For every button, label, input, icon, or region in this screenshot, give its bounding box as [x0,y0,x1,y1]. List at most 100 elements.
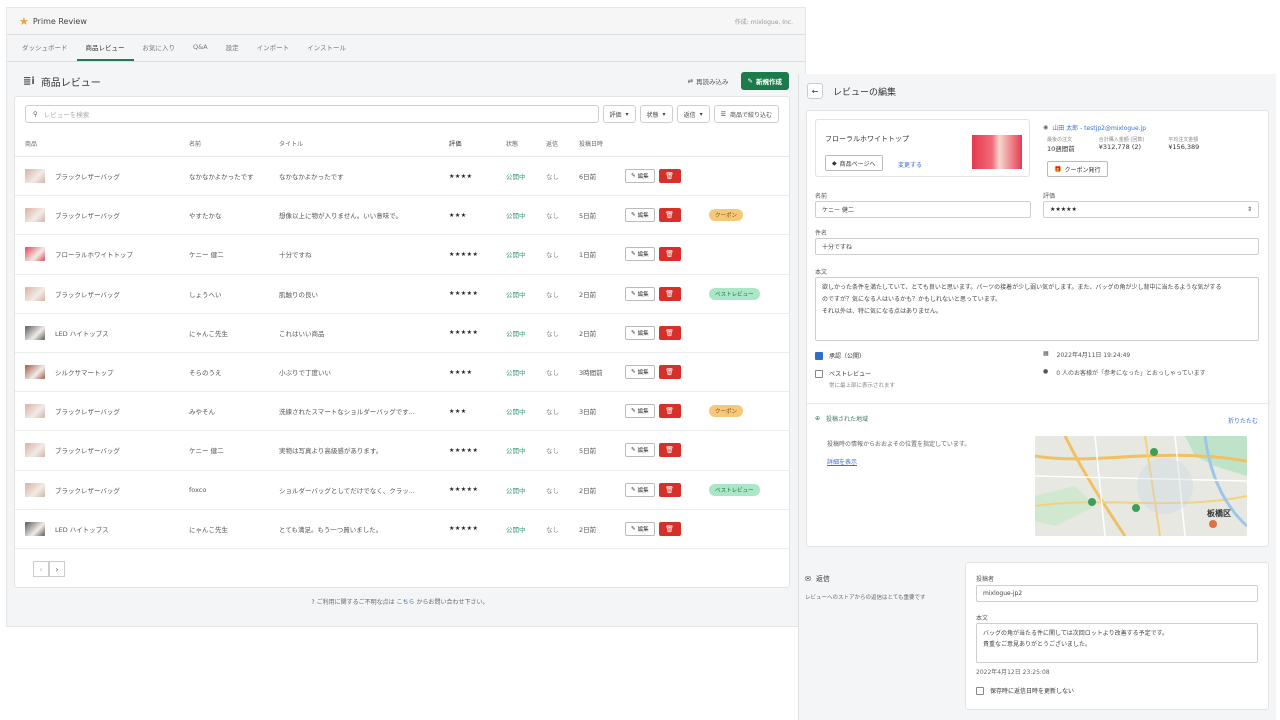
reply-filter[interactable]: 返信 ▾ [676,105,710,123]
subject-input[interactable]: 十分ですね [815,238,1259,255]
show-details-link[interactable]: 詳細を表示 [827,457,857,466]
state-value: 公開中 [506,408,526,417]
delete-button[interactable]: 🗑 [658,482,681,497]
edit-button[interactable]: ✎ 編集 [625,365,655,380]
product-thumbnail [25,247,45,262]
product-cell: シルクサマートップ [15,365,189,380]
pencil-icon: ✎ [631,251,636,258]
delete-button[interactable]: 🗑 [658,443,681,458]
issue-coupon-button[interactable]: 🎁 クーポン発行 [1047,161,1108,177]
edit-button[interactable]: ✎ 編集 [625,482,655,497]
back-button[interactable]: ← [807,83,823,99]
delete-button[interactable]: 🗑 [658,325,681,340]
collapse-link[interactable]: 折りたたむ [1228,416,1258,425]
table-row[interactable]: ブラックレザーバッグ やすたかな 想像以上に物が入りません。いい意味で。 ★★★ 公開中… [15,196,789,236]
row-actions: ✎ 編集 🗑 [625,208,709,223]
tab-product-reviews[interactable]: 商品レビュー [76,35,134,61]
arrow-left-icon: ← [811,86,819,96]
state-value: 公開中 [506,447,526,456]
row-actions: ✎ 編集 🗑 [625,482,709,497]
edit-button[interactable]: ✎ 編集 [625,247,655,262]
table-row[interactable]: LED ハイトップス にゃんこ先生 これはいい商品 ★★★★★ 公開中 なし 2日前 ✎ 編集 🗑 [15,314,789,353]
page-title: 商品レビュー [40,77,101,89]
search-icon: ⚲ [33,110,38,118]
reply-body-textarea[interactable]: バッグの角が当たる件に関しては次回ロットより改善する予定です。 貴重なご意見あり… [976,623,1258,663]
prev-page-button[interactable]: ‹ [33,561,49,577]
name-input[interactable]: ケニー 健二 [815,201,1031,218]
table-row[interactable]: シルクサマートップ そらのうえ 小ぶりで丁度いい ★★★★ 公開中 なし 3時間前 ✎ 編集 🗑 [15,353,789,393]
product-thumbnail [25,169,45,184]
edit-button[interactable]: ✎ 編集 [625,404,655,419]
calendar-icon: ▦ [1043,350,1049,357]
poster-input[interactable]: mixlogue-jp2 [976,585,1258,602]
tab-import[interactable]: インポート [248,35,299,61]
delete-button[interactable]: 🗑 [658,286,681,301]
body-line: それ以外は、特に気になる点はありません。 [822,308,942,315]
rating-filter[interactable]: 評価 ▾ [602,105,636,123]
delete-button[interactable]: 🗑 [658,247,681,262]
caret-down-icon: ▾ [662,110,666,118]
brand: ★ Prime Review [19,15,87,28]
coupon-label: クーポン発行 [1064,166,1101,174]
reply-line: 貴重なご意見ありがとうございました。 [983,641,1092,648]
region-section-title: ⊕ 投稿された地域 [815,414,868,423]
tab-dashboard[interactable]: ダッシュボード [13,35,77,61]
reply-value: なし [546,212,559,221]
table-row[interactable]: ブラックレザーバッグ foxco ショルダーバッグとしてだけでなく、クラッ... ★★… [15,471,789,510]
table-row[interactable]: ブラックレザーバッグ ケニー 健二 実物は写真より高級感があります。 ★★★★★ 公開中… [15,431,789,471]
edit-button[interactable]: ✎ 編集 [625,325,655,340]
customer-link[interactable]: ◉ 山田 太郎 - testjp2@mixlogue.jp [1043,123,1146,132]
product-thumbnail [25,325,45,340]
table-row[interactable]: フローラルホワイトトップ ケニー 健二 十分ですね ★★★★★ 公開中 なし 1日前 ✎ 編集 🗑 [15,235,789,275]
checkbox-empty-icon [976,686,984,695]
approve-checkbox[interactable]: 承認（公開） [815,351,865,360]
next-page-button[interactable]: › [49,561,65,577]
rating-stars: ★★★★★ [449,250,479,258]
change-product-link[interactable]: 変更する [898,160,922,169]
reply-value: なし [546,173,559,182]
tab-settings[interactable]: 設定 [217,35,248,61]
delete-button[interactable]: 🗑 [658,521,681,536]
status-badge: クーポン [709,405,744,418]
edit-button[interactable]: ✎ 編集 [625,286,655,301]
edit-button[interactable]: ✎ 編集 [625,169,655,184]
table-row[interactable]: ブラックレザーバッグ しょうへい 肌触りの良い ★★★★★ 公開中 なし 2日前 ✎ 編集 🗑 ベス… [15,275,789,314]
product-page-button[interactable]: ◆ 商品ページへ [825,155,883,171]
date-value: 3時間前 [579,369,603,378]
row-actions: ✎ 編集 🗑 [625,286,709,301]
stat-last-order: 最後の注文 10週間前 [1047,136,1075,153]
tab-install[interactable]: インストール [298,35,355,61]
edit-button[interactable]: ✎ 編集 [625,443,655,458]
table-row[interactable]: ブラックレザーバッグ みやそん 洗練されたスマートなショルダーバッグです... ★★★… [15,392,789,432]
caret-down-icon: ▾ [699,110,703,118]
product-cell: ブラックレザーバッグ [15,482,189,497]
edit-button[interactable]: ✎ 編集 [625,208,655,223]
delete-button[interactable]: 🗑 [658,365,681,380]
rating-select[interactable]: ★★★★★ ⇕ [1043,201,1259,218]
region-map[interactable]: 板橋区 [1035,436,1247,536]
body-textarea[interactable]: 欲しかった条件を満たしていて、とても良いと思います。パーツの接着が少し弱い気がし… [815,277,1259,341]
no-update-checkbox[interactable]: 保存時に返信日時を更新しない [976,686,1074,695]
region-note: 投稿時の情報からおおよその位置を指定しています。 [827,441,971,448]
tab-qa[interactable]: Q&A [184,35,217,61]
delete-button[interactable]: 🗑 [658,208,681,223]
table-row[interactable]: ブラックレザーバッグ なかなかよかったです なかなかよかったです ★★★★ 公開中 なし 6… [15,157,789,197]
state-filter[interactable]: 状態 ▾ [639,105,673,123]
edit-button[interactable]: ✎ 編集 [625,521,655,536]
delete-button[interactable]: 🗑 [658,169,681,184]
tab-favorites[interactable]: お気に入り [134,35,185,61]
new-review-button[interactable]: ✎ 新規作成 [740,72,789,90]
reload-label: 再読み込み [696,78,729,86]
product-filter-button[interactable]: ☰ 商品で絞り込む [713,105,779,123]
table-row[interactable]: LED ハイトップス にゃんこ先生 とても満足。もう一つ買いました。 ★★★★★ 公開中… [15,510,789,549]
footer-text-end: からお問い合わせ下さい。 [416,599,489,606]
best-review-checkbox[interactable]: ベストレビュー [815,369,871,378]
reload-button[interactable]: ⇄ 再読み込み [688,76,729,86]
delete-button[interactable]: 🗑 [658,404,681,419]
col-date: 投稿日時 [579,141,604,148]
contact-link[interactable]: こちら [397,599,415,606]
row-actions: ✎ 編集 🗑 [625,521,709,536]
search-input[interactable]: ⚲ レビューを検索 [25,105,599,123]
app-header: ★ Prime Review 作成: mixlogue, Inc. [7,8,805,35]
review-title: 洗練されたスマートなショルダーバッグです... [279,408,415,417]
